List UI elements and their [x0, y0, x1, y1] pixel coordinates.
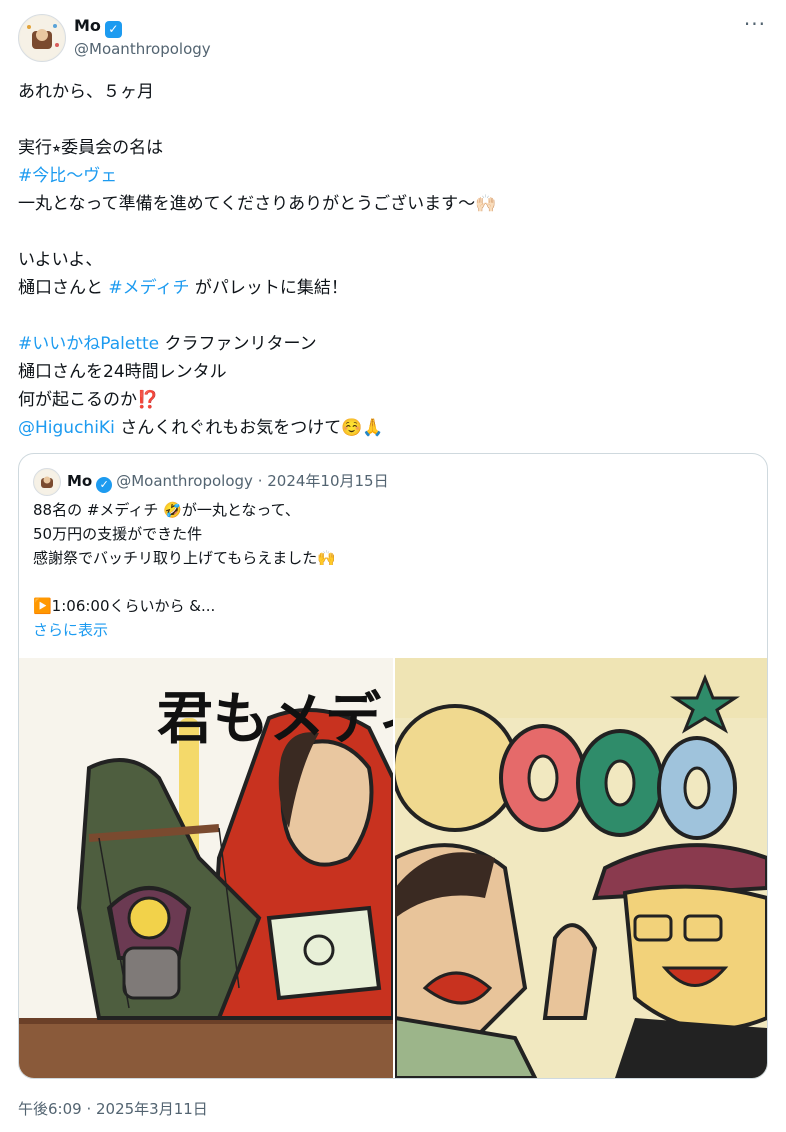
tweet-line: いよいよ、	[18, 246, 758, 274]
quoted-line	[33, 570, 336, 594]
tweet-line: #今比〜ヴェ	[18, 162, 758, 190]
quoted-date[interactable]: 2024年10月15日	[267, 472, 388, 490]
tweet-text-span: 一丸となって準備を進めてくださりありがとうございます〜🙌🏻	[18, 194, 497, 214]
verified-badge-icon: ✓	[96, 477, 113, 493]
quoted-author-avatar[interactable]	[33, 468, 61, 496]
more-options-icon[interactable]: ···	[744, 12, 766, 36]
image-right-caption: 2000	[535, 847, 538, 849]
tweet-line: #いいかねPalette クラファンリターン	[18, 330, 758, 358]
tweet-line: 何が起こるのか⁉️	[18, 386, 758, 414]
show-more-link[interactable]: さらに表示	[33, 618, 336, 642]
tweet-text-span: いよいよ、	[18, 250, 103, 270]
author-name-row[interactable]: Mo ✓	[74, 16, 122, 38]
author-handle[interactable]: @Moanthropology	[74, 40, 211, 58]
quoted-tweet[interactable]: Mo ✓ @Moanthropology · 2024年10月15日 88名の #メ…	[18, 453, 768, 1079]
tweet-text-span: クラファンリターン	[159, 334, 317, 354]
tweet-text-span: あれから、５ヶ月	[18, 82, 154, 102]
tweet-line: 一丸となって準備を進めてくださりありがとうございます〜🙌🏻	[18, 190, 758, 218]
tweet-text-span: 樋口さんを24時間レンタル	[18, 362, 227, 382]
quoted-line: 88名の #メディチ 🤣が一丸となって、	[33, 501, 300, 519]
quoted-header: Mo ✓ @Moanthropology · 2024年10月15日	[67, 470, 389, 493]
tweet-line: 実行⭒委員会の名は	[18, 134, 758, 162]
tweet-text-span: 実行⭒委員会の名は	[18, 138, 164, 158]
author-name[interactable]: Mo	[74, 16, 101, 35]
quoted-image-right[interactable]: 2000	[395, 658, 767, 1078]
tweet-text-span: さんくれぐれもお気をつけて☺️🙏	[114, 418, 384, 438]
tweet-text-span: 何が起こるのか⁉️	[18, 390, 159, 410]
hashtag-link[interactable]: #メディチ	[108, 278, 189, 298]
tweet-line: 樋口さんと #メディチ がパレットに集結！	[18, 274, 758, 302]
quoted-image-left[interactable]: 君もメディチに。	[19, 658, 393, 1078]
quoted-line: ▶️1:06:00くらいから &...	[33, 597, 216, 615]
tweet-line: @HiguchiKi さんくれぐれもお気をつけて☺️🙏	[18, 414, 758, 442]
mention-link[interactable]: @HiguchiKi	[18, 418, 115, 438]
tweet-text-span: がパレットに集結！	[189, 278, 348, 298]
hashtag-link[interactable]: #今比〜ヴェ	[18, 166, 117, 186]
author-avatar[interactable]	[18, 14, 66, 62]
tweet-text-span: 樋口さんと	[18, 278, 109, 298]
tweet-line: あれから、５ヶ月	[18, 78, 758, 106]
verified-badge-icon: ✓	[104, 21, 122, 38]
tweet-text: あれから、５ヶ月 実行⭒委員会の名は #今比〜ヴェ一丸となって準備を進めてくださりあ…	[18, 78, 758, 442]
quoted-author-name[interactable]: Mo	[67, 472, 92, 490]
tweet-timestamp[interactable]: 午後6:09 · 2025年3月11日	[18, 1098, 208, 1119]
quoted-author-handle[interactable]: @Moanthropology	[116, 472, 253, 490]
meta-separator: ·	[257, 472, 263, 490]
quoted-line: 感謝祭でバッチリ取り上げてもらえました🙌	[33, 549, 336, 567]
quoted-text: 88名の #メディチ 🤣が一丸となって、 50万円の支援ができた件 感謝祭でバッ…	[33, 498, 336, 642]
hashtag-link[interactable]: #いいかねPalette	[18, 334, 159, 354]
image-left-caption: 君もメディチに。	[157, 686, 393, 752]
tweet-line: 樋口さんを24時間レンタル	[18, 358, 758, 386]
quoted-line: 50万円の支援ができた件	[33, 525, 203, 543]
